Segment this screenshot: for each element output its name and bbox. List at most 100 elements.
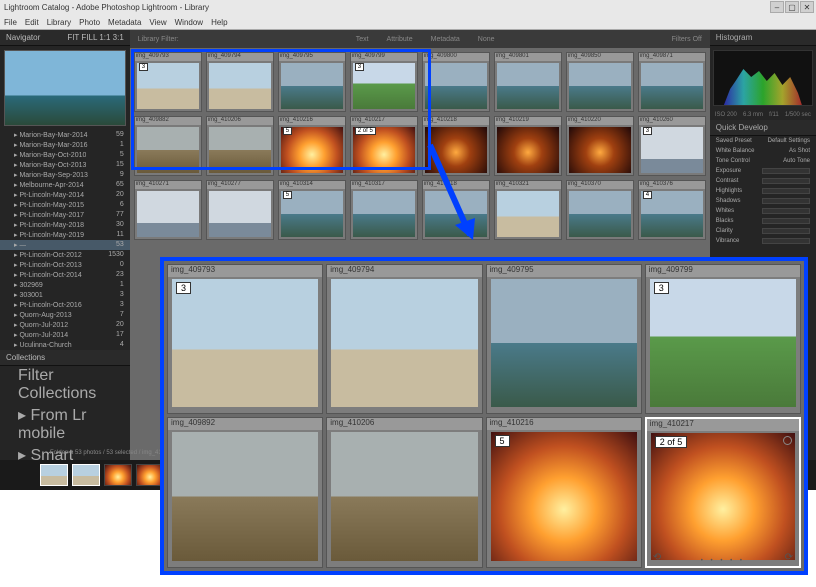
- thumbnail-cell[interactable]: img_4102165: [278, 116, 346, 176]
- thumbnail-cell[interactable]: img_410220: [566, 116, 634, 176]
- menu-photo[interactable]: Photo: [79, 18, 100, 27]
- folder-item[interactable]: ▸ Marion-Bay-Mar-201459: [0, 130, 130, 140]
- stack-badge[interactable]: 5: [283, 127, 292, 135]
- folder-item[interactable]: ▸ Pt-Lincoln-May-201830: [0, 220, 130, 230]
- folder-item[interactable]: ▸ Pt-Lincoln-May-201911: [0, 230, 130, 240]
- qd-value[interactable]: Auto Tone: [783, 158, 810, 164]
- qd-slider[interactable]: [762, 198, 810, 204]
- folder-item[interactable]: ▸ Marion-Bay-Sep-20139: [0, 170, 130, 180]
- folder-item[interactable]: ▸ Pt-Lincoln-Oct-201423: [0, 270, 130, 280]
- folder-item[interactable]: ▸ —53: [0, 240, 130, 250]
- navigator-header[interactable]: Navigator FIT FILL 1:1 3:1: [0, 30, 130, 46]
- menu-metadata[interactable]: Metadata: [108, 18, 141, 27]
- navigator-preview[interactable]: [4, 50, 126, 126]
- thumbnail-cell[interactable]: img_410317: [350, 180, 418, 240]
- filter-collections[interactable]: Filter Collections: [0, 366, 130, 404]
- folder-item[interactable]: ▸ Quorn-Jul-201417: [0, 330, 130, 340]
- thumbnail-cell[interactable]: img_410218: [422, 116, 490, 176]
- maximize-button[interactable]: ▢: [785, 1, 799, 13]
- menu-help[interactable]: Help: [211, 18, 227, 27]
- folder-item[interactable]: ▸ 3029691: [0, 280, 130, 290]
- filter-opt-text[interactable]: Text: [356, 36, 369, 43]
- thumbnail-cell[interactable]: img_4102603: [638, 116, 706, 176]
- quick-develop-header[interactable]: Quick Develop: [710, 120, 816, 136]
- enlarged-cell[interactable]: img_409892: [167, 417, 323, 569]
- thumbnail-cell[interactable]: img_410370: [566, 180, 634, 240]
- collections-header[interactable]: Collections: [0, 350, 130, 366]
- thumbnail-cell[interactable]: img_4097933: [134, 52, 202, 112]
- stack-badge[interactable]: 5: [283, 191, 292, 199]
- enlarged-cell[interactable]: img_409795: [486, 264, 642, 414]
- menu-file[interactable]: File: [4, 18, 17, 27]
- thumbnail-cell[interactable]: img_409801: [494, 52, 562, 112]
- thumbnail-cell[interactable]: img_410318: [422, 180, 490, 240]
- folder-item[interactable]: ▸ Pt-Lincoln-Oct-20121530: [0, 250, 130, 260]
- filmstrip-thumb[interactable]: [104, 464, 132, 486]
- folder-item[interactable]: ▸ Melbourne-Apr-201465: [0, 180, 130, 190]
- qd-slider[interactable]: [762, 228, 810, 234]
- filmstrip-thumb[interactable]: [72, 464, 100, 486]
- thumbnail-cell[interactable]: img_409871: [638, 52, 706, 112]
- stack-prev-icon[interactable]: ⟲: [653, 552, 661, 563]
- thumbnail-cell[interactable]: img_409882: [134, 116, 202, 176]
- thumbnail-cell[interactable]: img_409795: [278, 52, 346, 112]
- filmstrip-thumb[interactable]: [40, 464, 68, 486]
- thumbnail-cell[interactable]: img_410271: [134, 180, 202, 240]
- stack-badge[interactable]: 5: [495, 435, 510, 447]
- menu-edit[interactable]: Edit: [25, 18, 39, 27]
- menu-view[interactable]: View: [149, 18, 166, 27]
- thumbnail-cell[interactable]: img_409800: [422, 52, 490, 112]
- filters-off[interactable]: Filters Off: [672, 36, 702, 43]
- collection-item[interactable]: ▸ From Lr mobile: [0, 404, 130, 444]
- folder-item[interactable]: ▸ Pt-Lincoln-May-20156: [0, 200, 130, 210]
- folder-item[interactable]: ▸ Uculinna-Church4: [0, 340, 130, 350]
- folder-item[interactable]: ▸ Pt-Lincoln-May-201777: [0, 210, 130, 220]
- thumbnail-cell[interactable]: img_4102172 of 5: [350, 116, 418, 176]
- close-button[interactable]: ✕: [800, 1, 814, 13]
- qd-slider[interactable]: [762, 188, 810, 194]
- thumbnail-cell[interactable]: img_4103145: [278, 180, 346, 240]
- enlarged-cell[interactable]: img_4097933: [167, 264, 323, 414]
- thumbnail-cell[interactable]: img_409850: [566, 52, 634, 112]
- stack-badge[interactable]: 3: [176, 282, 191, 294]
- thumbnail-cell[interactable]: img_410206: [206, 116, 274, 176]
- stack-badge[interactable]: 3: [654, 282, 669, 294]
- qd-slider[interactable]: [762, 218, 810, 224]
- thumbnail-cell[interactable]: img_4103764: [638, 180, 706, 240]
- stack-next-icon[interactable]: ⟳: [785, 552, 793, 563]
- folder-item[interactable]: ▸ Pt-Lincoln-Oct-20163: [0, 300, 130, 310]
- menu-library[interactable]: Library: [47, 18, 71, 27]
- folder-item[interactable]: ▸ Marion-Bay-Oct-201315: [0, 160, 130, 170]
- enlarged-cell[interactable]: img_409794: [326, 264, 482, 414]
- qd-value[interactable]: Default Settings: [768, 138, 810, 144]
- stack-badge[interactable]: 3: [139, 63, 148, 71]
- enlarged-cell[interactable]: img_410206: [326, 417, 482, 569]
- nav-zoom[interactable]: FIT FILL 1:1 3:1: [67, 33, 123, 42]
- thumbnail-cell[interactable]: img_4097993: [350, 52, 418, 112]
- filter-opt-attribute[interactable]: Attribute: [387, 36, 413, 43]
- stack-badge[interactable]: 4: [643, 191, 652, 199]
- folder-item[interactable]: ▸ Quorn-Aug-20137: [0, 310, 130, 320]
- enlarged-cell[interactable]: img_4097993: [645, 264, 801, 414]
- stack-badge[interactable]: 2 of 5: [355, 127, 376, 135]
- folder-item[interactable]: ▸ 3030013: [0, 290, 130, 300]
- histogram-header[interactable]: Histogram: [710, 30, 816, 46]
- minimize-button[interactable]: –: [770, 1, 784, 13]
- qd-slider[interactable]: [762, 238, 810, 244]
- stack-badge[interactable]: 3: [355, 63, 364, 71]
- qd-slider[interactable]: [762, 168, 810, 174]
- folder-item[interactable]: ▸ Marion-Bay-Oct-20105: [0, 150, 130, 160]
- histogram[interactable]: [713, 50, 813, 106]
- folder-item[interactable]: ▸ Marion-Bay-Mar-20161: [0, 140, 130, 150]
- thumbnail-cell[interactable]: img_410277: [206, 180, 274, 240]
- enlarged-cell[interactable]: img_4102165: [486, 417, 642, 569]
- filter-opt-metadata[interactable]: Metadata: [431, 36, 460, 43]
- stack-badge[interactable]: 2 of 5: [655, 436, 688, 448]
- thumbnail-cell[interactable]: img_410219: [494, 116, 562, 176]
- thumbnail-cell[interactable]: img_409794: [206, 52, 274, 112]
- qd-value[interactable]: As Shot: [789, 148, 810, 154]
- menu-window[interactable]: Window: [175, 18, 203, 27]
- folder-item[interactable]: ▸ Pt-Lincoln-May-201420: [0, 190, 130, 200]
- qd-slider[interactable]: [762, 178, 810, 184]
- folder-item[interactable]: ▸ Quorn-Jul-201220: [0, 320, 130, 330]
